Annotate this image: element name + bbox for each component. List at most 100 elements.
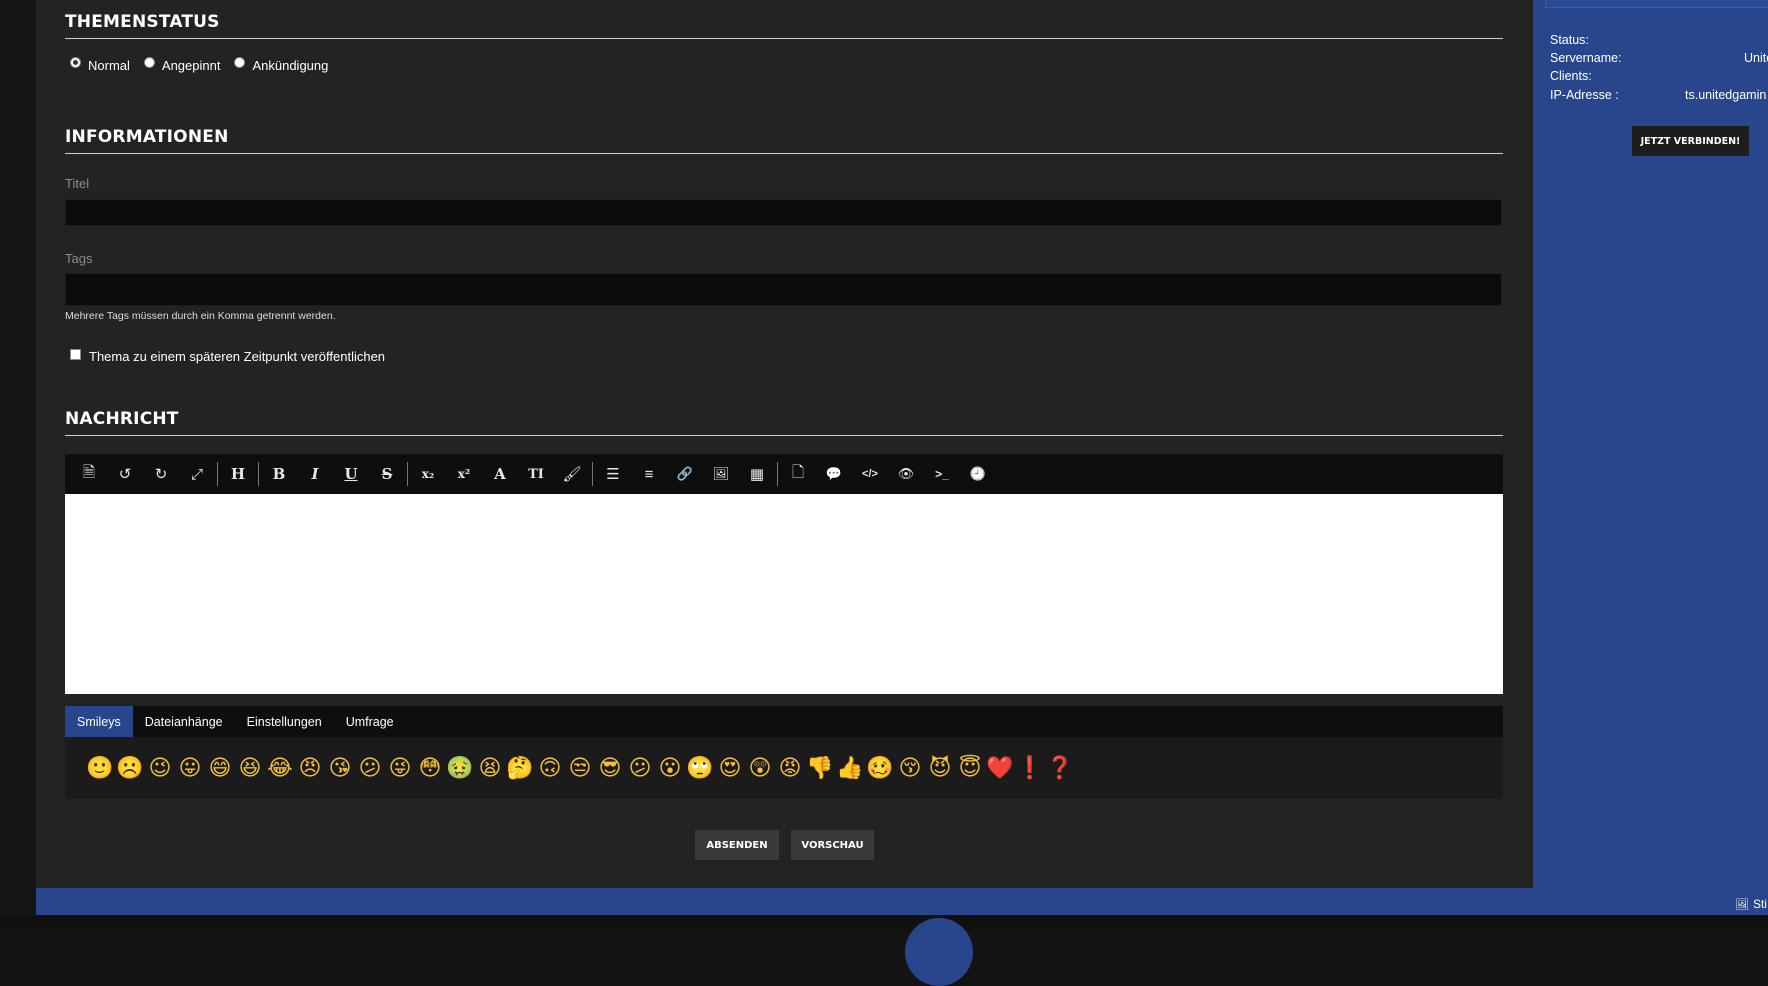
section-title-status: THEMENSTATUS — [65, 12, 1503, 39]
smiley-icon[interactable]: 👎 — [805, 753, 835, 783]
heading-icon[interactable]: H — [220, 454, 256, 494]
submit-button[interactable]: ABSENDEN — [695, 830, 779, 860]
redo-icon[interactable]: ↻ — [143, 454, 179, 494]
code-icon[interactable]: </> — [852, 454, 888, 494]
tab-smileys[interactable]: Smileys — [65, 706, 133, 737]
toolbar-separator — [258, 462, 259, 486]
scroll-top-button[interactable] — [905, 918, 973, 986]
smiley-icon[interactable]: 😡 — [775, 753, 805, 783]
style-link[interactable]: 🖼 Sti — [1735, 897, 1767, 911]
smiley-icon[interactable]: 😜 — [385, 753, 415, 783]
bold-icon[interactable]: B — [261, 454, 297, 494]
radio-button[interactable] — [70, 57, 81, 68]
align-icon[interactable]: ≡ — [631, 454, 667, 494]
smiley-icon[interactable]: ❗ — [1015, 753, 1045, 783]
ts-clients-label: Clients: — [1550, 69, 1592, 83]
radio-normal[interactable]: Normal — [70, 57, 130, 73]
italic-icon[interactable]: I — [297, 454, 333, 494]
toolbar-separator — [407, 462, 408, 486]
table-icon[interactable]: ▦ — [739, 454, 775, 494]
section-title-info: INFORMATIONEN — [65, 127, 1503, 154]
image-icon[interactable]: 🖼 — [703, 454, 739, 494]
smiley-icon[interactable]: 😕 — [625, 753, 655, 783]
tags-hint: Mehrere Tags müssen durch ein Komma getr… — [65, 310, 336, 322]
preview-button[interactable]: VORSCHAU — [791, 830, 874, 860]
timestamp-icon[interactable]: 🕘 — [960, 454, 996, 494]
tags-label: Tags — [65, 251, 93, 266]
quote-icon[interactable]: 💬 — [816, 454, 852, 494]
schedule-checkbox[interactable] — [70, 349, 81, 360]
smiley-icon[interactable]: 😒 — [565, 753, 595, 783]
radio-pinned[interactable]: Angepinnt — [143, 57, 221, 73]
smiley-icon[interactable]: 😫 — [475, 753, 505, 783]
toolbar-separator — [777, 462, 778, 486]
image-icon: 🖼 — [1735, 898, 1749, 911]
smiley-icon[interactable]: 😍 — [715, 753, 745, 783]
smiley-icon[interactable]: 😉 — [145, 753, 175, 783]
terminal-icon[interactable]: >_ — [924, 454, 960, 494]
page-bottom — [0, 915, 1768, 930]
toolbar-separator — [592, 462, 593, 486]
smiley-icon[interactable]: 😆 — [235, 753, 265, 783]
smiley-icon[interactable]: 😲 — [745, 753, 775, 783]
left-margin — [0, 0, 36, 930]
ts-ip-label: IP-Adresse : — [1550, 88, 1619, 102]
connect-button[interactable]: JETZT VERBINDEN! — [1632, 126, 1749, 156]
section-title-message: NACHRICHT — [65, 409, 1503, 436]
smiley-icon[interactable]: 🙃 — [535, 753, 565, 783]
footer-bar — [36, 888, 1768, 915]
smiley-icon[interactable]: 🙄 — [685, 753, 715, 783]
smiley-icon[interactable]: 😚 — [895, 753, 925, 783]
radio-label: Angepinnt — [161, 58, 221, 73]
editor-tabs: Smileys Dateianhänge Einstellungen Umfra… — [65, 706, 1503, 737]
schedule-option[interactable]: Thema zu einem späteren Zeitpunkt veröff… — [70, 349, 385, 364]
tab-settings[interactable]: Einstellungen — [235, 706, 334, 737]
smiley-icon[interactable]: 😕 — [355, 753, 385, 783]
title-input[interactable] — [65, 199, 1502, 226]
radio-button[interactable] — [143, 57, 155, 68]
smiley-icon[interactable]: 😂 — [265, 753, 295, 783]
smiley-icon[interactable]: 😎 — [595, 753, 625, 783]
smiley-icon[interactable]: 😘 — [325, 753, 355, 783]
smiley-icon[interactable]: 😠 — [295, 753, 325, 783]
smiley-icon[interactable]: 🥴 — [865, 753, 895, 783]
smiley-icon[interactable]: 😄 — [205, 753, 235, 783]
spoiler-icon[interactable]: 👁 — [888, 454, 924, 494]
color-brush-icon[interactable]: 🖌 — [554, 454, 590, 494]
radio-button[interactable] — [234, 57, 246, 68]
style-link-label: Sti — [1752, 897, 1767, 911]
strikethrough-icon[interactable]: S — [369, 454, 405, 494]
smiley-icon[interactable]: 😈 — [925, 753, 955, 783]
smiley-icon[interactable]: 😮 — [655, 753, 685, 783]
tab-poll[interactable]: Umfrage — [334, 706, 406, 737]
link-icon[interactable]: 🔗 — [667, 454, 703, 494]
smiley-icon[interactable]: ❓ — [1045, 753, 1075, 783]
smiley-icon[interactable]: ❤️ — [985, 753, 1015, 783]
smiley-icon[interactable]: ☹️ — [115, 753, 145, 783]
radio-announcement[interactable]: Ankündigung — [234, 57, 329, 73]
smiley-icon[interactable]: 👍 — [835, 753, 865, 783]
smiley-icon[interactable]: 🤔 — [505, 753, 535, 783]
subscript-icon[interactable]: x₂ — [410, 454, 446, 494]
tab-attachments[interactable]: Dateianhänge — [133, 706, 235, 737]
radio-label: Ankündigung — [252, 58, 329, 73]
smiley-icon[interactable]: 😳 — [415, 753, 445, 783]
font-size-icon[interactable]: TI — [518, 454, 554, 494]
undo-icon[interactable]: ↺ — [107, 454, 143, 494]
source-icon[interactable]: 🗎 — [71, 454, 107, 494]
smiley-icon[interactable]: 🤢 — [445, 753, 475, 783]
ts-status-label: Status: — [1550, 33, 1589, 47]
font-icon[interactable]: A — [482, 454, 518, 494]
list-icon[interactable]: ☰ — [595, 454, 631, 494]
schedule-label: Thema zu einem späteren Zeitpunkt veröff… — [89, 349, 386, 364]
tags-input[interactable] — [65, 273, 1502, 306]
page-icon[interactable]: 🗋 — [780, 454, 816, 494]
smiley-icon[interactable]: 😛 — [175, 753, 205, 783]
superscript-icon[interactable]: x² — [446, 454, 482, 494]
smiley-icon[interactable]: 🙂 — [85, 753, 115, 783]
underline-icon[interactable]: U — [333, 454, 369, 494]
fullscreen-icon[interactable]: ⤢ — [179, 454, 215, 494]
smiley-icon[interactable]: 😇 — [955, 753, 985, 783]
message-editor[interactable] — [65, 494, 1503, 694]
thread-status-radio-group: Normal Angepinnt Ankündigung — [70, 57, 342, 73]
